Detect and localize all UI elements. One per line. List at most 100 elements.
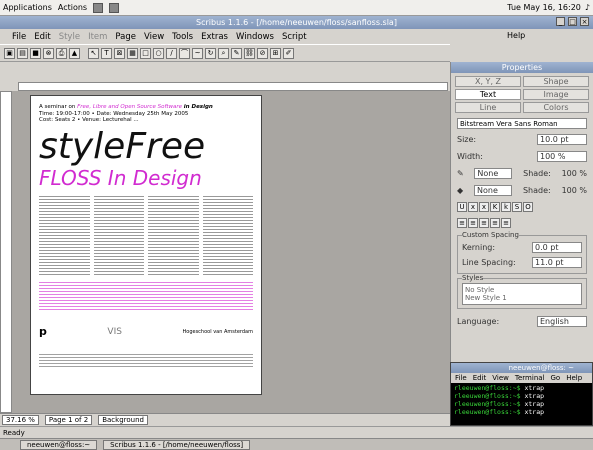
terminal-menu-go[interactable]: Go	[551, 373, 561, 383]
menu-file[interactable]: File	[12, 32, 26, 42]
terminal-menu-view[interactable]: View	[492, 373, 509, 383]
menu-windows[interactable]: Windows	[236, 32, 274, 42]
zoom-field[interactable]: 37.16 %	[2, 415, 39, 425]
terminal-menu-file[interactable]: File	[455, 373, 467, 383]
terminal-window[interactable]: neeuwen@floss: ~ File Edit View Terminal…	[450, 362, 593, 426]
shade-label: Shade:	[523, 169, 551, 178]
page-selector[interactable]: Page 1 of 2	[44, 415, 93, 425]
zoom-icon[interactable]: ⌕	[218, 47, 229, 59]
window-title: Scribus 1.1.6 - [/home/neeuwen/floss/san…	[196, 18, 397, 27]
close-document-icon[interactable]: ⊗	[43, 47, 54, 59]
bezier-icon[interactable]: ⌒	[179, 47, 190, 59]
size-label: Size:	[457, 135, 477, 144]
eyedropper-icon[interactable]: ✐	[283, 47, 294, 59]
unlink-frames-icon[interactable]: ⊘	[257, 47, 268, 59]
layer-selector[interactable]: Background	[98, 415, 148, 425]
close-icon[interactable]: ×	[580, 17, 589, 26]
menu-extras[interactable]: Extras	[201, 32, 228, 42]
menu-view[interactable]: View	[144, 32, 164, 42]
pdf-icon[interactable]: ▲	[69, 47, 80, 59]
tab-shape[interactable]: Shape	[523, 76, 589, 87]
vertical-ruler	[0, 91, 12, 413]
tab-line[interactable]: Line	[455, 102, 521, 113]
menu-script[interactable]: Script	[282, 32, 307, 42]
align-right-icon[interactable]: ≡	[479, 218, 489, 228]
tab-image[interactable]: Image	[523, 89, 589, 100]
shade-value[interactable]: 100 %	[562, 169, 587, 178]
text-frame-icon[interactable]: T	[101, 47, 112, 59]
menu-bar: File Edit Style Item Page View Tools Ext…	[0, 29, 450, 44]
terminal-menu-help[interactable]: Help	[566, 373, 582, 383]
fill-color-select[interactable]: None	[474, 185, 513, 196]
terminal-menu-terminal[interactable]: Terminal	[515, 373, 545, 383]
shade-value[interactable]: 100 %	[562, 186, 587, 195]
launcher-icon[interactable]	[109, 2, 120, 13]
desktop-top-bar: Applications Actions Tue May 16, 16:20 ♪	[0, 0, 593, 16]
volume-icon[interactable]: ♪	[585, 3, 590, 12]
menu-item[interactable]: Item	[88, 32, 107, 42]
terminal-menu-edit[interactable]: Edit	[473, 373, 487, 383]
outline-icon[interactable]: O	[523, 202, 533, 212]
align-forced-icon[interactable]: ≡	[501, 218, 511, 228]
measure-icon[interactable]: ⊞	[270, 47, 281, 59]
kerning-field[interactable]: 0.0 pt	[532, 242, 582, 253]
launcher-icon[interactable]	[93, 2, 104, 13]
rotate-icon[interactable]: ↻	[205, 47, 216, 59]
size-field[interactable]: 10.0 pt	[537, 134, 587, 145]
rectangle-icon[interactable]: □	[140, 47, 151, 59]
width-field[interactable]: 100 %	[537, 151, 587, 162]
ellipse-icon[interactable]: ○	[153, 47, 164, 59]
align-block-icon[interactable]: ≡	[490, 218, 500, 228]
terminal-output[interactable]: rleeuwen@floss:~$ xtrap rleeuwen@floss:~…	[451, 383, 592, 417]
menu-edit[interactable]: Edit	[34, 32, 50, 42]
smallcaps-icon[interactable]: k	[501, 202, 511, 212]
menu-help[interactable]: Help	[507, 31, 525, 40]
strikethrough-icon[interactable]: S	[512, 202, 522, 212]
stroke-color-select[interactable]: None	[474, 168, 513, 179]
minimize-icon[interactable]: _	[556, 17, 565, 26]
select-icon[interactable]: ↖	[88, 47, 99, 59]
freehand-icon[interactable]: ~	[192, 47, 203, 59]
taskbar-item-scribus[interactable]: Scribus 1.1.6 - [/home/neeuwen/floss]	[103, 439, 251, 450]
document-page[interactable]: A seminar on Free, Libre and Open Source…	[30, 95, 262, 395]
menu-page[interactable]: Page	[115, 32, 136, 42]
image-frame-icon[interactable]: ⊠	[114, 47, 125, 59]
schedule-text-block	[39, 281, 253, 312]
link-frames-icon[interactable]: ⛓	[244, 47, 255, 59]
styles-list[interactable]: No Style New Style 1	[462, 283, 582, 305]
table-icon[interactable]: ▦	[127, 47, 138, 59]
alignment-buttons: ≡ ≡ ≡ ≡ ≡	[451, 215, 593, 231]
open-icon[interactable]: ▤	[17, 47, 28, 59]
actions-menu[interactable]: Actions	[58, 3, 87, 12]
new-document-icon[interactable]: ▣	[4, 47, 15, 59]
style-item[interactable]: No Style	[465, 286, 579, 294]
language-select[interactable]: English	[537, 316, 587, 327]
align-center-icon[interactable]: ≡	[468, 218, 478, 228]
save-icon[interactable]: ■	[30, 47, 41, 59]
kerning-row: Kerning: 0.0 pt	[462, 240, 582, 255]
font-selector[interactable]: Bitstream Vera Sans Roman	[457, 118, 587, 129]
edit-text-icon[interactable]: ✎	[231, 47, 242, 59]
applications-menu[interactable]: Applications	[3, 3, 52, 12]
terminal-title: neeuwen@floss: ~	[451, 363, 592, 373]
tab-colors[interactable]: Colors	[523, 102, 589, 113]
maximize-icon[interactable]: □	[568, 17, 577, 26]
ready-label: Ready	[3, 429, 25, 437]
menu-tools[interactable]: Tools	[172, 32, 193, 42]
line-spacing-field[interactable]: 11.0 pt	[532, 257, 582, 268]
document-canvas[interactable]: A seminar on Free, Libre and Open Source…	[12, 91, 450, 413]
terminal-menu: File Edit View Terminal Go Help	[451, 373, 592, 383]
print-icon[interactable]: ⎙	[56, 47, 67, 59]
tab-text[interactable]: Text	[455, 89, 521, 100]
menu-style[interactable]: Style	[59, 32, 80, 42]
taskbar-item-terminal[interactable]: neeuwen@floss:~	[20, 439, 98, 450]
superscript-icon[interactable]: x	[479, 202, 489, 212]
allcaps-icon[interactable]: K	[490, 202, 500, 212]
subscript-icon[interactable]: x	[468, 202, 478, 212]
style-item[interactable]: New Style 1	[465, 294, 579, 302]
tab-xyz[interactable]: X, Y, Z	[455, 76, 521, 87]
align-left-icon[interactable]: ≡	[457, 218, 467, 228]
underline-icon[interactable]: U	[457, 202, 467, 212]
line-icon[interactable]: /	[166, 47, 177, 59]
properties-panel: Properties X, Y, Z Shape Text Image Line…	[450, 62, 593, 362]
